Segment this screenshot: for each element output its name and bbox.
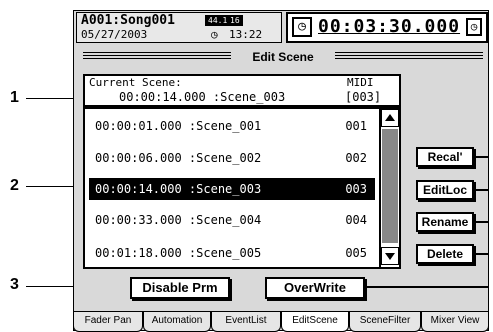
- scene-time: 00:00:14.000 :Scene_003: [95, 182, 262, 196]
- callout-1: 1: [10, 89, 19, 106]
- scene-time: 00:01:18.000 :Scene_005: [95, 246, 262, 260]
- scene-number: 004: [345, 213, 367, 227]
- scene-row[interactable]: 00:01:18.000 :Scene_005 005: [89, 242, 375, 264]
- scene-row-selected[interactable]: 00:00:14.000 :Scene_003 003: [89, 178, 375, 200]
- scrollbar[interactable]: [379, 109, 399, 267]
- triangle-up-icon: [385, 114, 395, 121]
- tab-scenefilter[interactable]: SceneFilter: [349, 312, 421, 332]
- scene-time: 00:00:06.000 :Scene_002: [95, 151, 262, 165]
- page-title: Edit Scene: [231, 50, 335, 64]
- disable-prm-button[interactable]: Disable Prm: [130, 277, 230, 299]
- rename-button-stub: [476, 221, 489, 223]
- scene-row[interactable]: 00:00:06.000 :Scene_002 002: [89, 147, 375, 169]
- delete-button[interactable]: Delete: [416, 244, 474, 264]
- time-of-day: 13:22: [229, 28, 263, 41]
- scene-row[interactable]: 00:00:33.000 :Scene_004 004: [89, 209, 375, 231]
- page-title-bar: Edit Scene: [83, 48, 483, 66]
- scroll-up-button[interactable]: [381, 109, 399, 127]
- scene-list[interactable]: 00:00:01.000 :Scene_001 001 00:00:06.000…: [83, 107, 401, 269]
- timer-mode-icon[interactable]: ◷: [466, 18, 482, 36]
- callout-3: 3: [10, 276, 19, 293]
- tab-editscene[interactable]: EditScene: [281, 312, 349, 332]
- rename-button[interactable]: Rename: [416, 212, 474, 232]
- song-date: 05/27/2003: [81, 28, 148, 41]
- editloc-button-stub: [476, 189, 489, 191]
- tab-fader-pan[interactable]: Fader Pan: [73, 312, 143, 332]
- delete-button-stub: [476, 253, 489, 255]
- song-name: A001:Song001: [81, 13, 175, 28]
- triangle-down-icon: [385, 253, 395, 260]
- scene-row[interactable]: 00:00:01.000 :Scene_001 001: [89, 115, 375, 137]
- time-counter[interactable]: ◷ 00:03:30.000 ◷: [286, 12, 488, 43]
- scene-number: 002: [345, 151, 367, 165]
- bit-depth-badge: 16: [227, 15, 243, 26]
- scene-number: 003: [345, 182, 367, 196]
- tab-automation[interactable]: Automation: [143, 312, 211, 332]
- midi-label: MIDI: [347, 76, 374, 89]
- recall-button[interactable]: Recal': [416, 147, 474, 167]
- current-scene-value: 00:00:14.000 :Scene_003: [119, 90, 286, 104]
- scene-time: 00:00:01.000 :Scene_001: [95, 119, 262, 133]
- recall-button-stub: [476, 156, 489, 158]
- current-scene-label: Current Scene:: [89, 76, 182, 89]
- scroll-thumb[interactable]: [382, 129, 398, 243]
- current-midi-value: [003]: [345, 90, 382, 104]
- tab-bar: Fader Pan Automation EventList EditScene…: [73, 311, 489, 332]
- editloc-button[interactable]: EditLoc: [416, 180, 474, 200]
- scene-number: 005: [345, 246, 367, 260]
- clock-icon: ◷: [292, 17, 312, 37]
- current-scene-box: Current Scene: MIDI 00:00:14.000 :Scene_…: [83, 74, 401, 107]
- overwrite-button-stub: [366, 286, 489, 288]
- scene-time: 00:00:33.000 :Scene_004: [95, 213, 262, 227]
- scroll-down-button[interactable]: [381, 247, 399, 265]
- clock-icon: ◷: [211, 28, 218, 41]
- callout-2: 2: [10, 177, 19, 194]
- scene-number: 001: [345, 119, 367, 133]
- tab-mixer-view[interactable]: Mixer View: [421, 312, 489, 332]
- tab-eventlist[interactable]: EventList: [211, 312, 281, 332]
- song-info-panel: A001:Song001 44.1k 16 05/27/2003 ◷ 13:22: [76, 12, 282, 43]
- counter-value: 00:03:30.000: [318, 16, 461, 37]
- overwrite-button[interactable]: OverWrite: [265, 277, 365, 299]
